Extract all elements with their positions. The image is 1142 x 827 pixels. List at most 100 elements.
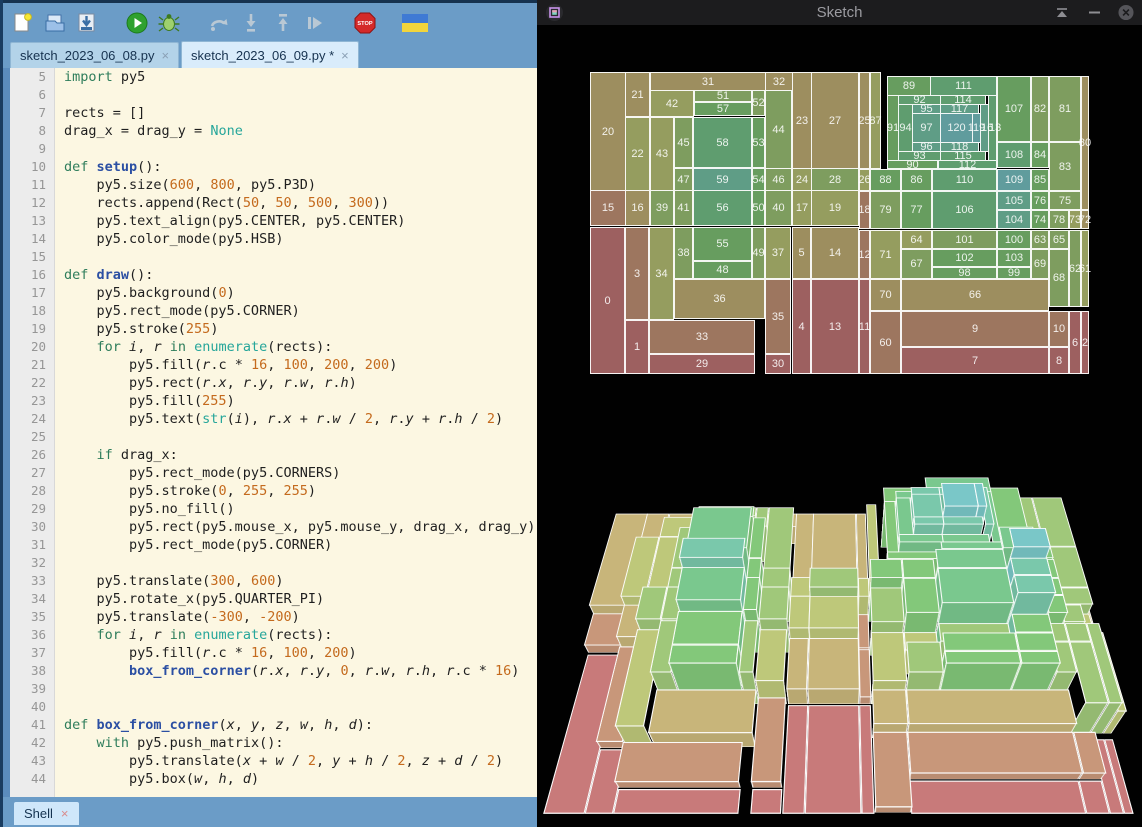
treemap-box-side bbox=[908, 772, 1083, 780]
line-number: 22 bbox=[30, 375, 46, 390]
line-number: 23 bbox=[30, 393, 46, 408]
minimize-button[interactable] bbox=[1086, 5, 1102, 21]
new-file-button[interactable] bbox=[10, 10, 36, 36]
treemap-box-side bbox=[750, 780, 783, 788]
editor-lines: import py5 rects = [] drag_x = drag_y = No… bbox=[55, 68, 537, 797]
line-number: 19 bbox=[30, 321, 46, 336]
line-number: 40 bbox=[30, 699, 46, 714]
code-line: py5.fill(r.c * 16, 100, 200, 200) bbox=[64, 357, 398, 373]
code-line: import py5 bbox=[64, 69, 146, 85]
code-editor[interactable]: 5 6 7 8 9 10 11 12 13 14 15 16 17 18 19 20 21 22 23 24 25 26 2… bbox=[3, 68, 537, 797]
code-line: rects.append(Rect(50, 50, 500, 300)) bbox=[64, 195, 390, 211]
code-line: py5.fill(255) bbox=[64, 393, 235, 409]
code-line: py5.stroke(255) bbox=[64, 321, 219, 337]
treemap-box-top bbox=[750, 697, 787, 788]
treemap-box-top bbox=[933, 534, 991, 597]
treemap-box-side bbox=[874, 806, 913, 813]
treemap-box-top bbox=[883, 551, 940, 604]
line-number: 13 bbox=[30, 213, 46, 228]
line-number: 42 bbox=[30, 735, 46, 750]
step-into-button[interactable] bbox=[238, 10, 264, 36]
code-line: py5.text_align(py5.CENTER, py5.CENTER) bbox=[64, 213, 406, 229]
code-line: for i, r in enumerate(rects): bbox=[96, 339, 333, 355]
shell-close-icon[interactable]: × bbox=[61, 806, 69, 821]
code-line: py5.color_mode(py5.HSB) bbox=[64, 231, 284, 247]
treemap-box-top bbox=[758, 586, 791, 653]
treemap-box-top bbox=[928, 548, 1008, 622]
save-file-button[interactable] bbox=[74, 10, 100, 36]
treemap-box-top bbox=[903, 487, 941, 561]
sketch-titlebar[interactable]: Sketch bbox=[537, 0, 1142, 25]
code-line: for i, r in enumerate(rects): bbox=[96, 627, 333, 643]
py5-app-icon bbox=[546, 4, 563, 21]
treemap-box-top bbox=[804, 705, 862, 814]
open-file-button[interactable] bbox=[42, 10, 68, 36]
treemap-3d-scene bbox=[537, 50, 1142, 827]
treemap-box-top bbox=[905, 493, 944, 583]
treemap-box-top bbox=[931, 541, 1004, 604]
ukraine-flag-button[interactable] bbox=[402, 10, 428, 36]
treemap-box-top bbox=[857, 614, 870, 656]
sketch-canvas[interactable]: 20 15 21 22 16 31 32 42 51 57 52 44 23 27 43 45 58 53 47 59… bbox=[537, 25, 1142, 827]
step-over-button[interactable] bbox=[206, 10, 232, 36]
code-line: with py5.push_matrix(): bbox=[96, 735, 284, 751]
line-number: 5 bbox=[38, 69, 46, 84]
run-script-button[interactable] bbox=[124, 10, 150, 36]
line-number: 7 bbox=[38, 105, 46, 120]
code-line: py5.box(w, h, d) bbox=[64, 771, 260, 787]
sketch-window: 20 15 21 22 16 31 32 42 51 57 52 44 23 27 43 45 58 53 47 59… bbox=[537, 0, 1142, 827]
treemap-box-top bbox=[614, 741, 743, 788]
line-number: 27 bbox=[30, 465, 46, 480]
shade-button[interactable] bbox=[1054, 5, 1070, 21]
stop-button[interactable]: STOP bbox=[352, 10, 378, 36]
editor-tabbar: sketch_2023_06_08.py × sketch_2023_06_09.p… bbox=[10, 41, 359, 68]
tab-label: sketch_2023_06_08.py bbox=[20, 48, 155, 63]
tab-0[interactable]: sketch_2023_06_08.py × bbox=[10, 42, 180, 68]
line-number: 20 bbox=[30, 339, 46, 354]
line-number: 17 bbox=[30, 285, 46, 300]
window-top-border bbox=[0, 0, 537, 3]
treemap-box-side bbox=[786, 688, 809, 705]
treemap-box-top bbox=[786, 638, 809, 705]
step-out-button[interactable] bbox=[270, 10, 296, 36]
treemap-box-top bbox=[678, 537, 754, 622]
code-line: py5.rect(r.x, r.y, r.w, r.h) bbox=[64, 375, 357, 391]
line-number: 26 bbox=[30, 447, 46, 462]
window-left-border bbox=[0, 0, 3, 827]
treemap-box-top bbox=[612, 788, 741, 814]
line-number: 39 bbox=[30, 681, 46, 696]
code-line: py5.size(600, 800, py5.P3D) bbox=[64, 177, 317, 193]
treemap-box-top bbox=[870, 632, 908, 705]
tab-close-icon[interactable]: × bbox=[161, 49, 169, 62]
line-number: 31 bbox=[30, 537, 46, 552]
tab-close-icon[interactable]: × bbox=[341, 49, 349, 62]
treemap-box-top bbox=[993, 557, 1052, 639]
code-line: py5.translate(x + w / 2, y + h / 2, z + … bbox=[64, 753, 504, 769]
tab-1[interactable]: sketch_2023_06_09.py * × bbox=[181, 41, 359, 68]
close-button[interactable] bbox=[1118, 4, 1134, 21]
treemap-box-top bbox=[761, 567, 793, 622]
treemap-box-top bbox=[935, 632, 1019, 692]
treemap-box-side bbox=[614, 780, 741, 788]
code-line: py5.rect_mode(py5.CORNER) bbox=[64, 303, 300, 319]
window-title: Sketch bbox=[816, 4, 863, 21]
code-line: rects = [] bbox=[64, 105, 146, 121]
line-number: 44 bbox=[30, 771, 46, 786]
shell-tab[interactable]: Shell × bbox=[14, 802, 79, 825]
treemap-box-top bbox=[871, 689, 909, 739]
code-line: box_from_corner(r.x, r.y, 0, r.w, r.h, r… bbox=[129, 663, 520, 679]
treemap-box-top bbox=[750, 788, 783, 814]
debug-script-button[interactable] bbox=[156, 10, 182, 36]
treemap-box-top bbox=[869, 587, 905, 656]
treemap-box-top bbox=[763, 507, 795, 604]
treemap-box-top bbox=[991, 527, 1051, 622]
screen: STOP sketch_2023_06_08.py × sketch_2023_06… bbox=[0, 0, 1142, 827]
treemap-box-top bbox=[907, 731, 1084, 780]
treemap-box-top bbox=[755, 629, 788, 705]
line-number: 8 bbox=[38, 123, 46, 138]
treemap-box-top bbox=[872, 731, 913, 813]
code-line: def draw(): bbox=[64, 267, 154, 283]
resume-button[interactable] bbox=[302, 10, 328, 36]
svg-text:STOP: STOP bbox=[357, 21, 372, 27]
